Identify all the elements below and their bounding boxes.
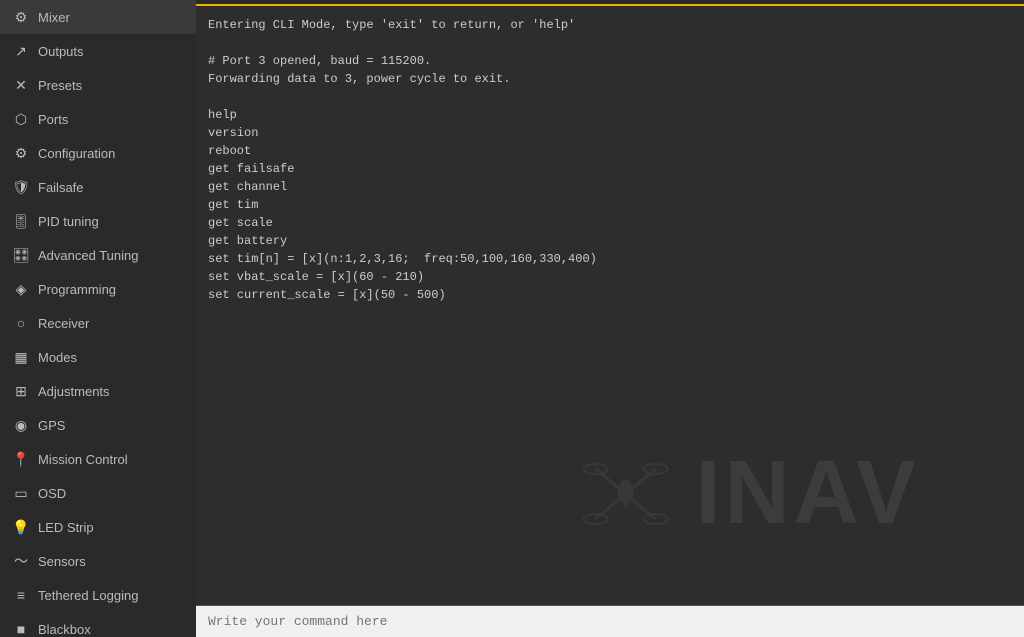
sidebar-label-adjustments: Adjustments xyxy=(38,384,110,399)
sidebar-label-gps: GPS xyxy=(38,418,65,433)
advanced-tuning-icon: 🎛 xyxy=(12,246,30,264)
cli-output[interactable]: Entering CLI Mode, type 'exit' to return… xyxy=(196,6,1024,605)
presets-icon: ✕ xyxy=(12,76,30,94)
failsafe-icon: 🛡 xyxy=(12,178,30,196)
sidebar-item-mixer[interactable]: ⚙ Mixer xyxy=(0,0,196,34)
sidebar-item-mission-control[interactable]: 📍 Mission Control xyxy=(0,442,196,476)
modes-icon: ▦ xyxy=(12,348,30,366)
sidebar-label-configuration: Configuration xyxy=(38,146,115,161)
cli-area: Entering CLI Mode, type 'exit' to return… xyxy=(196,6,1024,605)
pid-tuning-icon: 🎚 xyxy=(12,212,30,230)
tethered-logging-icon: ≡ xyxy=(12,586,30,604)
sidebar-label-osd: OSD xyxy=(38,486,66,501)
sidebar: ⚙ Mixer ↗ Outputs ✕ Presets ⬡ Ports ⚙ Configurati… xyxy=(0,0,196,637)
led-strip-icon: 💡 xyxy=(12,518,30,536)
sidebar-item-sensors[interactable]: 〜 Sensors xyxy=(0,544,196,578)
configuration-icon: ⚙ xyxy=(12,144,30,162)
sidebar-item-pid-tuning[interactable]: 🎚 PID tuning xyxy=(0,204,196,238)
main-content: Entering CLI Mode, type 'exit' to return… xyxy=(196,0,1024,637)
mixer-icon: ⚙ xyxy=(12,8,30,26)
sidebar-item-adjustments[interactable]: ⊞ Adjustments xyxy=(0,374,196,408)
sidebar-item-presets[interactable]: ✕ Presets xyxy=(0,68,196,102)
outputs-icon: ↗ xyxy=(12,42,30,60)
sidebar-label-pid-tuning: PID tuning xyxy=(38,214,99,229)
osd-icon: ▭ xyxy=(12,484,30,502)
sidebar-item-tethered-logging[interactable]: ≡ Tethered Logging xyxy=(0,578,196,612)
sensors-icon: 〜 xyxy=(12,552,30,570)
sidebar-label-mixer: Mixer xyxy=(38,10,70,25)
cli-input-bar xyxy=(196,605,1024,637)
sidebar-item-led-strip[interactable]: 💡 LED Strip xyxy=(0,510,196,544)
sidebar-label-ports: Ports xyxy=(38,112,68,127)
sidebar-label-failsafe: Failsafe xyxy=(38,180,84,195)
sidebar-item-receiver[interactable]: ○ Receiver xyxy=(0,306,196,340)
sidebar-label-tethered-logging: Tethered Logging xyxy=(38,588,138,603)
gps-icon: ◉ xyxy=(12,416,30,434)
sidebar-item-osd[interactable]: ▭ OSD xyxy=(0,476,196,510)
sidebar-label-receiver: Receiver xyxy=(38,316,89,331)
receiver-icon: ○ xyxy=(12,314,30,332)
ports-icon: ⬡ xyxy=(12,110,30,128)
sidebar-label-presets: Presets xyxy=(38,78,82,93)
sidebar-label-led-strip: LED Strip xyxy=(38,520,94,535)
sidebar-item-programming[interactable]: ◈ Programming xyxy=(0,272,196,306)
sidebar-label-blackbox: Blackbox xyxy=(38,622,91,637)
mission-control-icon: 📍 xyxy=(12,450,30,468)
adjustments-icon: ⊞ xyxy=(12,382,30,400)
sidebar-item-blackbox[interactable]: ■ Blackbox xyxy=(0,612,196,637)
sidebar-label-outputs: Outputs xyxy=(38,44,84,59)
sidebar-item-configuration[interactable]: ⚙ Configuration xyxy=(0,136,196,170)
sidebar-label-programming: Programming xyxy=(38,282,116,297)
programming-icon: ◈ xyxy=(12,280,30,298)
sidebar-item-modes[interactable]: ▦ Modes xyxy=(0,340,196,374)
cli-input[interactable] xyxy=(204,612,1016,631)
blackbox-icon: ■ xyxy=(12,620,30,637)
sidebar-label-mission-control: Mission Control xyxy=(38,452,128,467)
sidebar-item-outputs[interactable]: ↗ Outputs xyxy=(0,34,196,68)
sidebar-label-sensors: Sensors xyxy=(38,554,86,569)
sidebar-item-advanced-tuning[interactable]: 🎛 Advanced Tuning xyxy=(0,238,196,272)
sidebar-item-failsafe[interactable]: 🛡 Failsafe xyxy=(0,170,196,204)
sidebar-item-ports[interactable]: ⬡ Ports xyxy=(0,102,196,136)
sidebar-label-advanced-tuning: Advanced Tuning xyxy=(38,248,138,263)
sidebar-item-gps[interactable]: ◉ GPS xyxy=(0,408,196,442)
sidebar-label-modes: Modes xyxy=(38,350,77,365)
